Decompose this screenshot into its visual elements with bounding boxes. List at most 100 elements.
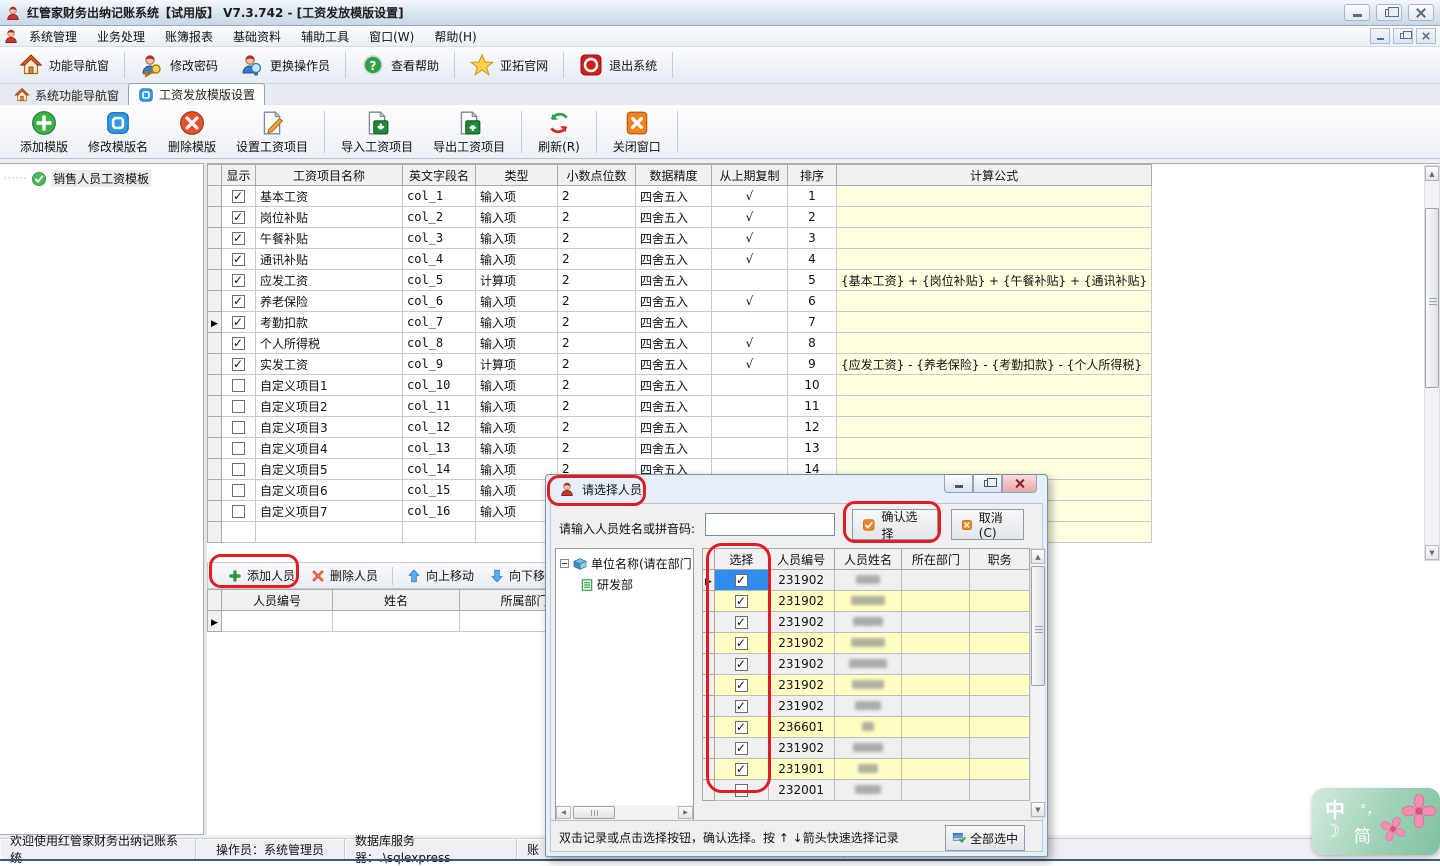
switch-operator-button[interactable]: 更换操作员 — [229, 50, 341, 80]
show-checkbox[interactable] — [232, 379, 245, 392]
dialog-close-button[interactable] — [1002, 474, 1037, 493]
col-header-precision[interactable]: 数据精度 — [636, 165, 712, 186]
personnel-row[interactable]: 236601 — [703, 717, 1030, 738]
menu-item[interactable]: 辅助工具 — [291, 26, 359, 47]
show-checkbox[interactable] — [232, 505, 245, 518]
salary-item-row[interactable]: 个人所得税 col_8 输入项 2 四舍五入 √ 8 — [208, 333, 1152, 354]
scroll-right-button[interactable]: ▶ — [678, 806, 693, 819]
salary-item-row[interactable]: 岗位补贴 col_2 输入项 2 四舍五入 √ 2 — [208, 207, 1152, 228]
personnel-row[interactable]: 231902 — [703, 696, 1030, 717]
show-checkbox[interactable] — [232, 232, 245, 245]
col-header-item-name[interactable]: 工资项目名称 — [256, 165, 403, 186]
close-button[interactable] — [1408, 4, 1434, 21]
col-header-code[interactable]: 人员编号 — [768, 549, 834, 570]
col-header-name[interactable]: 人员姓名 — [834, 549, 902, 570]
salary-item-row[interactable]: 自定义项目2 col_11 输入项 2 四舍五入 11 — [208, 396, 1152, 417]
select-person-checkbox[interactable] — [735, 595, 748, 608]
scroll-up-button[interactable]: ▲ — [1425, 166, 1439, 181]
select-person-checkbox[interactable] — [735, 616, 748, 629]
person-empty-row[interactable]: ▶ — [208, 611, 590, 632]
show-checkbox[interactable] — [232, 316, 245, 329]
select-all-button[interactable]: 全部选中 — [945, 825, 1025, 851]
col-header-dept[interactable]: 所在部门 — [902, 549, 970, 570]
col-header-select[interactable]: 选择 — [714, 549, 768, 570]
col-header-show[interactable]: 显示 — [222, 165, 256, 186]
personnel-row[interactable]: 231902 — [703, 591, 1030, 612]
refresh-button[interactable]: 刷新(R) — [528, 108, 590, 157]
rename-template-button[interactable]: 修改模版名 — [78, 108, 158, 157]
set-salary-items-button[interactable]: 设置工资项目 — [226, 108, 318, 157]
tree-item-sales-template[interactable]: ······ 销售人员工资模板 — [0, 164, 203, 187]
salary-item-row[interactable]: 通讯补贴 col_4 输入项 2 四舍五入 √ 4 — [208, 249, 1152, 270]
delete-template-button[interactable]: 删除模版 — [158, 108, 226, 157]
personnel-row[interactable]: 231902 — [703, 738, 1030, 759]
show-checkbox[interactable] — [232, 463, 245, 476]
move-up-button[interactable]: 向上移动 — [399, 567, 482, 584]
ime-punctuation-indicator[interactable]: °， — [1360, 799, 1380, 818]
cancel-button[interactable]: 取消(C) — [951, 509, 1024, 540]
personnel-row[interactable]: 231902 — [703, 654, 1030, 675]
personnel-row[interactable]: 232001 — [703, 780, 1030, 801]
show-checkbox[interactable] — [232, 337, 245, 350]
mdi-close-button[interactable] — [1416, 28, 1436, 44]
person-search-input[interactable] — [705, 513, 835, 536]
salary-item-row[interactable]: 自定义项目3 col_12 输入项 2 四舍五入 12 — [208, 417, 1152, 438]
select-person-checkbox[interactable] — [735, 700, 748, 713]
personnel-row[interactable]: ▶ 231902 — [703, 570, 1030, 591]
select-person-checkbox[interactable] — [735, 637, 748, 650]
exit-system-button[interactable]: 退出系统 — [568, 50, 668, 80]
scrollbar-thumb[interactable] — [1031, 566, 1045, 686]
tab-salary-template-settings[interactable]: 工资发放模版设置 — [128, 83, 265, 105]
show-checkbox[interactable] — [232, 358, 245, 371]
col-header-decimals[interactable]: 小数点位数 — [558, 165, 636, 186]
show-checkbox[interactable] — [232, 421, 245, 434]
scroll-down-button[interactable]: ▼ — [1425, 545, 1439, 560]
tree-expander-icon[interactable] — [560, 559, 569, 568]
salary-item-row[interactable]: ▶ 考勤扣款 col_7 输入项 2 四舍五入 7 — [208, 312, 1152, 333]
ime-status-widget[interactable]: 中 °， ☽ 简 — [1312, 788, 1440, 855]
tree-root-unit[interactable]: 单位名称(请在部门 — [556, 549, 693, 572]
col-header-duty[interactable]: 职务 — [970, 549, 1030, 570]
menu-item[interactable]: 窗口(W) — [359, 26, 424, 47]
col-header-copy-prev[interactable]: 从上期复制 — [712, 165, 788, 186]
dialog-minimize-button[interactable] — [944, 474, 973, 493]
grid-vertical-scrollbar[interactable]: ▲ ▼ — [1424, 165, 1440, 561]
ime-simplified-indicator[interactable]: 简 — [1354, 822, 1371, 847]
delete-person-button[interactable]: 删除人员 — [303, 567, 386, 584]
select-person-checkbox[interactable] — [735, 763, 748, 776]
tab-system-nav[interactable]: 系统功能导航窗 — [5, 85, 128, 105]
salary-item-row[interactable]: 自定义项目4 col_13 输入项 2 四舍五入 13 — [208, 438, 1152, 459]
confirm-select-button[interactable]: 确认选择 — [852, 509, 938, 540]
col-header-person-code[interactable]: 人员编号 — [222, 590, 333, 611]
add-template-button[interactable]: 添加模版 — [10, 108, 78, 157]
col-header-order[interactable]: 排序 — [788, 165, 837, 186]
personnel-row[interactable]: 231902 — [703, 633, 1030, 654]
show-checkbox[interactable] — [232, 484, 245, 497]
menu-item[interactable]: 帮助(H) — [424, 26, 486, 47]
select-person-checkbox[interactable] — [735, 679, 748, 692]
salary-item-row[interactable]: 应发工资 col_5 计算项 2 四舍五入 5 {基本工资} + {岗位补贴} … — [208, 270, 1152, 291]
menu-item[interactable]: 基础资料 — [223, 26, 291, 47]
select-person-checkbox[interactable] — [735, 742, 748, 755]
salary-item-row[interactable]: 基本工资 col_1 输入项 2 四舍五入 √ 1 — [208, 186, 1152, 207]
menu-item[interactable]: 业务处理 — [87, 26, 155, 47]
ime-fullwidth-moon-icon[interactable]: ☽ — [1324, 821, 1340, 842]
select-person-checkbox[interactable] — [735, 721, 748, 734]
tree-horizontal-scrollbar[interactable]: ◀ ▶ — [556, 805, 693, 820]
show-checkbox[interactable] — [232, 295, 245, 308]
tree-item-rd-dept[interactable]: 研发部 — [556, 572, 693, 593]
dialog-restore-button[interactable] — [973, 474, 1002, 493]
personnel-row[interactable]: 231902 — [703, 612, 1030, 633]
scrollbar-thumb[interactable] — [573, 806, 615, 819]
menu-item[interactable]: 账簿报表 — [155, 26, 223, 47]
col-header-formula[interactable]: 计算公式 — [837, 165, 1152, 186]
scroll-down-button[interactable]: ▼ — [1031, 802, 1045, 817]
mdi-restore-button[interactable] — [1393, 28, 1413, 44]
website-button[interactable]: 亚拓官网 — [459, 50, 559, 80]
import-salary-items-button[interactable]: 导入工资项目 — [331, 108, 423, 157]
col-header-type[interactable]: 类型 — [476, 165, 558, 186]
help-button[interactable]: 查看帮助 — [350, 50, 450, 80]
salary-item-row[interactable]: 实发工资 col_9 计算项 2 四舍五入 √ 9 {应发工资} - {养老保险… — [208, 354, 1152, 375]
close-window-button[interactable]: 关闭窗口 — [603, 108, 671, 157]
add-person-button[interactable]: 添加人员 — [220, 567, 303, 584]
